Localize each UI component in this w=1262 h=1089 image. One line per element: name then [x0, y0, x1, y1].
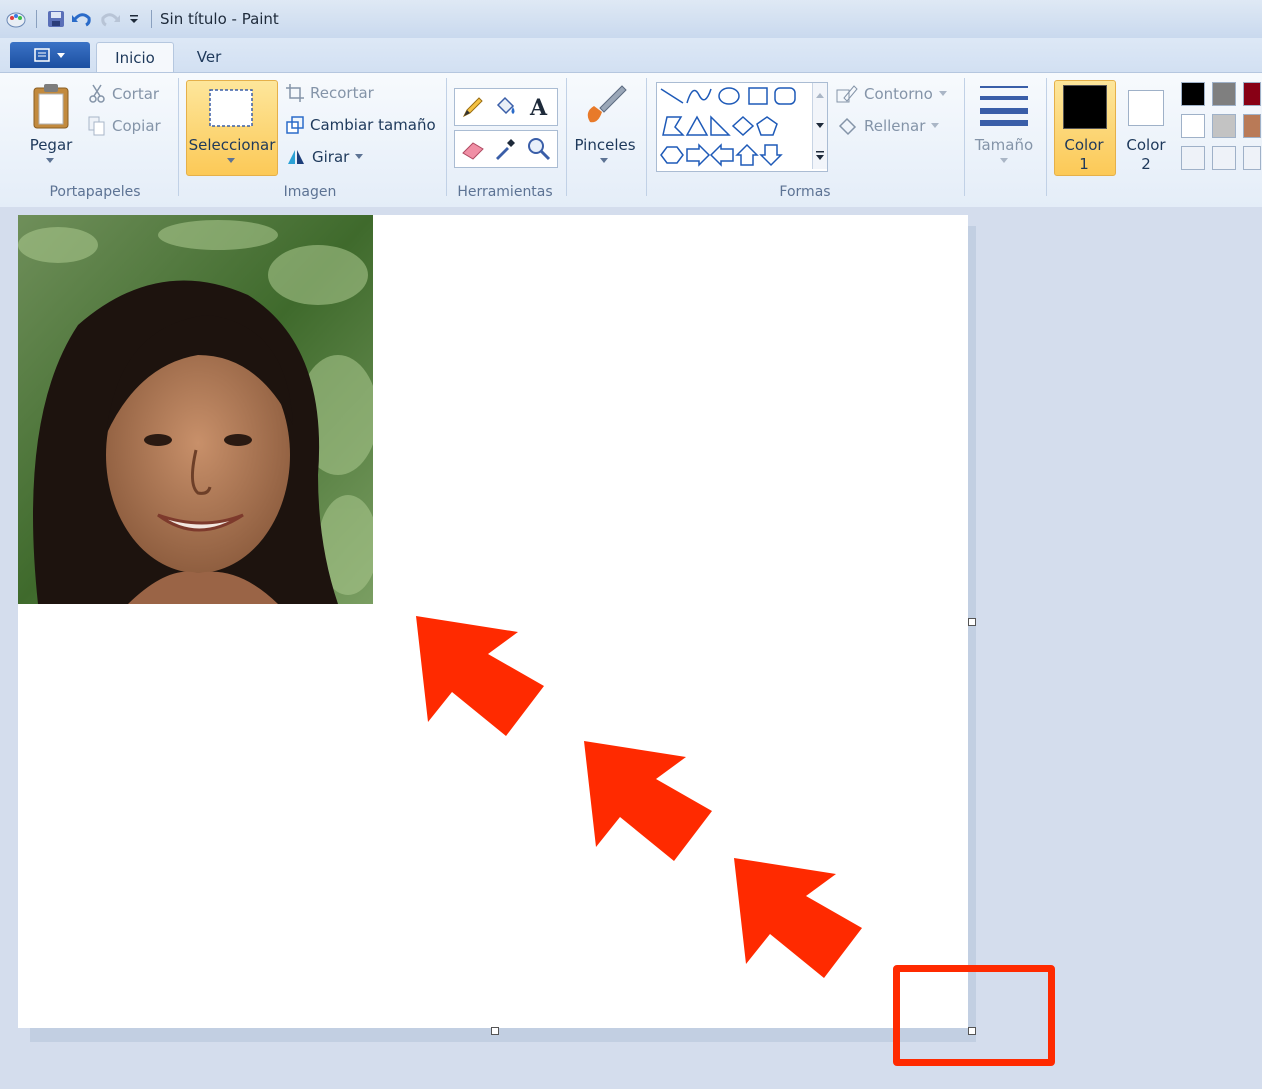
- brushes-dropdown-icon[interactable]: [600, 158, 608, 164]
- chevron-down-icon: [931, 123, 940, 128]
- magnifier-icon[interactable]: [527, 137, 551, 161]
- cut-label: Cortar: [112, 85, 160, 103]
- fill-label: Rellenar: [864, 117, 926, 135]
- select-dropdown-icon[interactable]: [227, 158, 235, 164]
- group-label-shapes: Formas: [779, 184, 831, 200]
- quick-access-separator: [36, 10, 37, 28]
- palette-color[interactable]: [1212, 114, 1236, 138]
- resize-handle-bottom[interactable]: [491, 1027, 499, 1035]
- window-title: Sin título - Paint: [160, 10, 279, 28]
- annotation-arrow-icon: [734, 858, 862, 978]
- tools-row-1: A: [454, 88, 558, 126]
- scissors-icon: [89, 84, 105, 103]
- palette-color[interactable]: [1212, 82, 1236, 106]
- paint-app-icon[interactable]: [6, 9, 26, 29]
- scroll-up-icon[interactable]: [816, 93, 824, 99]
- palette-color[interactable]: [1181, 114, 1205, 138]
- outline-button[interactable]: Contorno: [836, 84, 947, 104]
- fill-icon: [838, 117, 857, 136]
- eraser-icon[interactable]: [461, 137, 485, 161]
- size-dropdown-icon[interactable]: [1000, 158, 1008, 164]
- shapes-expand-icon[interactable]: [816, 151, 824, 161]
- crop-label: Recortar: [310, 84, 374, 102]
- palette-color-empty[interactable]: [1243, 146, 1261, 170]
- resize-icon: [286, 116, 304, 134]
- copy-label: Copiar: [112, 117, 161, 135]
- chevron-down-icon: [938, 91, 947, 96]
- group-separator: [1046, 78, 1047, 196]
- quick-access-toolbar: [0, 0, 156, 38]
- fill-bucket-icon[interactable]: [493, 95, 517, 119]
- redo-icon[interactable]: [99, 10, 121, 28]
- group-separator: [964, 78, 965, 196]
- paste-icon[interactable]: [32, 82, 70, 130]
- brush-icon[interactable]: [582, 82, 630, 130]
- select-rectangle-icon: [209, 89, 253, 127]
- tools-row-2: [454, 130, 558, 168]
- ribbon-tab-row: Inicio Ver: [0, 38, 1262, 73]
- palette-color[interactable]: [1243, 114, 1261, 138]
- title-bar: Sin título - Paint: [0, 0, 1262, 39]
- crop-icon: [286, 84, 304, 102]
- paste-dropdown-icon[interactable]: [46, 158, 54, 164]
- palette-color[interactable]: [1181, 82, 1205, 106]
- group-separator: [446, 78, 447, 196]
- group-label-image: Imagen: [283, 184, 337, 200]
- paint-menu-button[interactable]: [10, 42, 90, 68]
- shapes-icons: [660, 87, 796, 167]
- color2-swatch: [1128, 90, 1164, 126]
- color1-label: Color: [1064, 136, 1104, 154]
- outline-label: Contorno: [864, 85, 933, 103]
- brushes-button[interactable]: Pinceles: [572, 136, 638, 154]
- copy-icon: [88, 116, 105, 136]
- chevron-down-icon: [57, 53, 65, 58]
- menu-icon: [34, 48, 50, 62]
- palette-color-empty[interactable]: [1212, 146, 1236, 170]
- resize-label: Cambiar tamaño: [310, 116, 436, 134]
- svg-text:A: A: [529, 95, 548, 119]
- paste-button[interactable]: Pegar: [26, 136, 76, 154]
- select-label: Seleccionar: [188, 136, 276, 154]
- annotation-arrow-icon: [416, 616, 544, 736]
- color1-number: 1: [1079, 155, 1089, 173]
- rotate-label: Girar: [312, 148, 350, 166]
- scroll-down-icon[interactable]: [816, 123, 824, 129]
- color1-swatch: [1063, 85, 1107, 129]
- pencil-icon[interactable]: [461, 95, 485, 119]
- tab-ver[interactable]: Ver: [182, 42, 236, 72]
- save-icon[interactable]: [47, 10, 65, 28]
- group-separator: [178, 78, 179, 196]
- resize-handle-right[interactable]: [968, 618, 976, 626]
- palette-color-empty[interactable]: [1181, 146, 1205, 170]
- size-lines-icon[interactable]: [980, 84, 1028, 126]
- copy-button[interactable]: Copiar: [88, 116, 161, 136]
- customize-dropdown-icon[interactable]: [127, 12, 141, 26]
- group-separator: [566, 78, 567, 196]
- group-separator: [646, 78, 647, 196]
- outline-pencil-icon: [836, 85, 858, 103]
- annotation-highlight-box: [893, 965, 1055, 1066]
- palette-color[interactable]: [1243, 82, 1261, 106]
- crop-button[interactable]: Recortar: [286, 84, 374, 102]
- rotate-icon: [288, 150, 304, 164]
- rotate-button[interactable]: Girar: [286, 148, 364, 166]
- resize-button[interactable]: Cambiar tamaño: [286, 116, 436, 134]
- chevron-down-icon: [355, 154, 364, 159]
- shapes-gallery[interactable]: [656, 82, 828, 172]
- group-label-clipboard: Portapapeles: [49, 184, 141, 200]
- quick-access-separator-2: [151, 10, 152, 28]
- text-icon[interactable]: A: [527, 93, 551, 119]
- shapes-scrollbar[interactable]: [812, 83, 827, 169]
- color2-number: 2: [1141, 155, 1151, 173]
- size-button[interactable]: Tamaño: [970, 136, 1038, 154]
- group-label-tools: Herramientas: [457, 184, 553, 200]
- undo-icon[interactable]: [71, 10, 93, 28]
- color2-label: Color: [1126, 136, 1166, 154]
- fill-button[interactable]: Rellenar: [836, 116, 940, 136]
- woman-portrait-photo[interactable]: [18, 215, 373, 604]
- cut-button[interactable]: Cortar: [88, 84, 159, 104]
- color-picker-icon[interactable]: [493, 137, 517, 161]
- tab-inicio[interactable]: Inicio: [96, 42, 174, 73]
- annotation-arrow-icon: [584, 741, 712, 861]
